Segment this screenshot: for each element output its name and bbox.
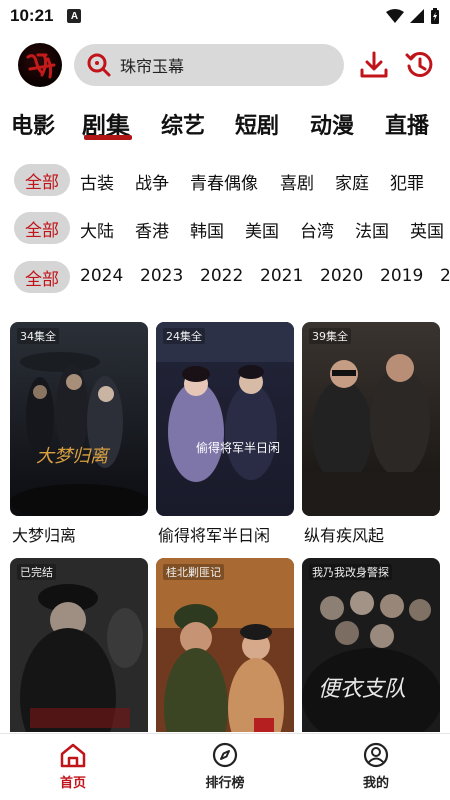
year-option[interactable]: 2023 (140, 266, 183, 286)
compass-icon (212, 742, 238, 768)
year-option[interactable]: 2022 (200, 266, 243, 286)
show-poster[interactable]: 已完结 (10, 558, 148, 732)
year-option[interactable]: 2021 (260, 266, 303, 286)
region-option[interactable]: 大陆 (80, 217, 114, 242)
tab-variety[interactable]: 综艺 (161, 108, 205, 140)
download-button[interactable] (358, 49, 390, 81)
year-option[interactable]: 2 (440, 266, 450, 286)
nav-ranking[interactable]: 排行榜 (185, 742, 265, 791)
poster-title-text: 大梦归离 (36, 446, 111, 467)
year-all-chip[interactable]: 全部 (14, 261, 70, 293)
genre-option[interactable]: 青春偶像 (190, 169, 258, 194)
show-poster[interactable]: 偷得将军半日闲 24集全 (156, 322, 294, 516)
status-icons (386, 8, 440, 24)
year-option[interactable]: 2024 (80, 266, 123, 286)
tab-short-drama[interactable]: 短剧 (235, 108, 279, 140)
region-all-chip[interactable]: 全部 (14, 212, 70, 244)
poster-title-text: 便衣支队 (318, 677, 406, 702)
show-card[interactable]: 大梦归离 34集全 大梦归离 (10, 322, 148, 552)
show-poster[interactable]: 39集全 (302, 322, 440, 516)
category-tabs: 电影 剧集 综艺 短剧 动漫 直播 (0, 106, 450, 146)
battery-icon (431, 8, 439, 24)
poster-title-text: 偷得将军半日闲 (196, 440, 280, 455)
genre-option[interactable]: 喜剧 (280, 169, 314, 194)
region-option[interactable]: 法国 (355, 217, 389, 242)
nav-ranking-label: 排行榜 (205, 776, 245, 791)
bottom-nav: 首页 排行榜 我的 (0, 733, 450, 800)
logo-avatar[interactable] (18, 43, 62, 87)
logo-avatar-icon (26, 53, 56, 79)
filter-row-year: 全部 2024 2023 2022 2021 2020 2019 2 (0, 259, 450, 295)
show-card[interactable]: 偷得将军半日闲 24集全 偷得将军半日闲 (156, 322, 294, 552)
status-bar: 10:21 A (0, 0, 450, 32)
genre-option[interactable]: 家庭 (335, 169, 369, 194)
active-tab-underline (84, 135, 132, 140)
episode-badge: 24集全 (163, 328, 205, 344)
show-poster[interactable]: 桂北剿匪记 (156, 558, 294, 732)
show-title: 纵有疾风起 (304, 526, 385, 545)
genre-option[interactable]: 古装 (80, 169, 114, 194)
episode-badge: 我乃我改身警探 (309, 564, 392, 580)
history-icon (405, 51, 433, 77)
nav-profile[interactable]: 我的 (336, 742, 416, 791)
region-option[interactable]: 英国 (410, 217, 444, 242)
search-input[interactable]: 珠帘玉幕 (120, 53, 184, 77)
show-card[interactable]: 桂北剿匪记 (156, 558, 294, 732)
year-option[interactable]: 2020 (320, 266, 363, 286)
region-option[interactable]: 韩国 (190, 217, 224, 242)
filter-row-region: 全部 大陆 香港 韩国 美国 台湾 法国 英国 (0, 210, 450, 246)
show-poster[interactable]: 便衣支队 我乃我改身警探 (302, 558, 440, 732)
nav-home[interactable]: 首页 (33, 742, 113, 791)
top-header: 珠帘玉幕 (0, 40, 450, 90)
download-icon (360, 51, 388, 78)
signal-icon (410, 9, 424, 23)
wifi-icon (386, 9, 404, 23)
episode-badge: 已完结 (17, 564, 56, 580)
tab-live[interactable]: 直播 (385, 108, 429, 140)
nav-profile-label: 我的 (362, 776, 389, 791)
region-option[interactable]: 美国 (245, 217, 279, 242)
region-option[interactable]: 台湾 (300, 217, 334, 242)
year-option[interactable]: 2019 (380, 266, 423, 286)
tab-anime[interactable]: 动漫 (310, 108, 354, 140)
genre-all-chip[interactable]: 全部 (14, 164, 70, 196)
show-card[interactable]: 39集全 纵有疾风起 (302, 322, 440, 552)
genre-option[interactable]: 犯罪 (390, 169, 424, 194)
filter-row-genre: 全部 古装 战争 青春偶像 喜剧 家庭 犯罪 (0, 162, 450, 198)
tab-movie[interactable]: 电影 (11, 108, 55, 140)
episode-badge: 39集全 (309, 328, 351, 344)
show-grid: 大梦归离 34集全 大梦归离 偷得将军半日闲 24集全 偷得将军半日闲 39集全… (0, 322, 450, 732)
status-time: 10:21 (10, 6, 54, 25)
show-card[interactable]: 已完结 (10, 558, 148, 732)
show-title: 大梦归离 (12, 526, 77, 545)
show-card[interactable]: 便衣支队 我乃我改身警探 (302, 558, 440, 732)
nav-home-label: 首页 (59, 776, 86, 791)
genre-option[interactable]: 战争 (135, 169, 169, 194)
show-poster[interactable]: 大梦归离 34集全 (10, 322, 148, 516)
profile-icon (363, 742, 389, 768)
notification-a-icon: A (67, 9, 82, 23)
history-button[interactable] (404, 49, 436, 81)
episode-badge: 34集全 (17, 328, 59, 344)
search-icon (87, 53, 111, 77)
show-title: 偷得将军半日闲 (158, 526, 271, 545)
region-option[interactable]: 香港 (135, 217, 169, 242)
home-icon (60, 743, 86, 768)
search-bar[interactable]: 珠帘玉幕 (74, 44, 344, 86)
episode-badge: 桂北剿匪记 (163, 564, 224, 580)
